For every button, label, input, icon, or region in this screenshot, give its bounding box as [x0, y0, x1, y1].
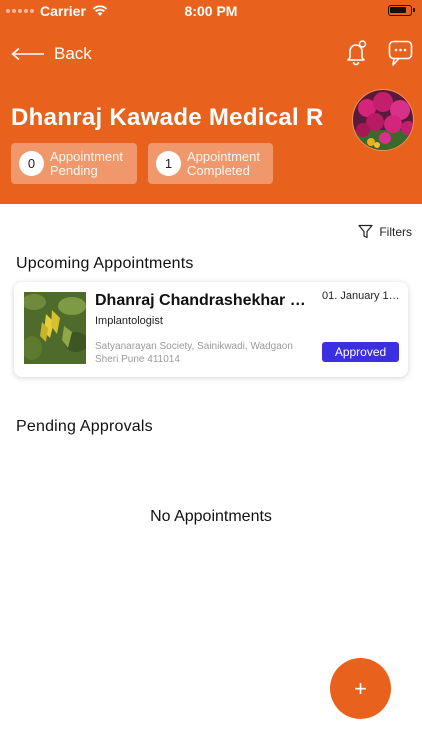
stat-pending[interactable]: 0 Appointment Pending	[11, 143, 137, 184]
add-appointment-button[interactable]: +	[330, 658, 391, 719]
filters-label: Filters	[379, 224, 412, 239]
arrow-left-icon	[11, 47, 44, 61]
stat-completed-count: 1	[156, 151, 181, 176]
stat-pending-label-line1: Appointment	[50, 148, 123, 164]
avatar[interactable]	[352, 89, 414, 151]
empty-state-text: No Appointments	[150, 508, 272, 525]
clinic-address: Satyanarayan Society, Sainikwadi, Wadgao…	[95, 341, 293, 365]
doctor-specialty: Implantologist	[95, 315, 163, 327]
status-time: 8:00 PM	[184, 3, 238, 19]
back-button[interactable]: Back	[10, 44, 92, 64]
status-badge[interactable]: Approved	[322, 342, 399, 362]
filter-funnel-icon	[358, 224, 373, 239]
stat-completed[interactable]: 1 Appointment Completed	[148, 143, 273, 184]
pending-title: Pending Approvals	[16, 418, 153, 435]
chat-bubble-icon	[388, 40, 413, 66]
stat-pending-label-line2: Pending	[50, 162, 98, 178]
stat-completed-label: Appointment Completed	[187, 148, 260, 178]
profile-name: Dhanraj Kawade Medical R	[11, 104, 324, 131]
filters-button[interactable]: Filters	[358, 224, 412, 239]
battery-icon	[388, 5, 415, 16]
avatar-image	[353, 90, 413, 150]
doctor-photo	[24, 292, 86, 364]
appointment-card[interactable]: Dhanraj Chandrashekhar Kawade 01. Januar…	[14, 282, 408, 377]
stat-pending-label: Appointment Pending	[50, 148, 123, 178]
back-label: Back	[54, 44, 92, 63]
plus-icon: +	[354, 675, 367, 701]
messages-button[interactable]	[386, 38, 416, 68]
stat-completed-label-line1: Appointment	[187, 148, 260, 164]
doctor-name: Dhanraj Chandrashekhar Kawade	[95, 292, 313, 309]
upcoming-title: Upcoming Appointments	[16, 255, 194, 272]
status-bar: Carrier 8:00 PM	[0, 0, 422, 22]
notification-button[interactable]	[341, 38, 371, 68]
stat-completed-label-line2: Completed	[187, 162, 250, 178]
stat-pending-count: 0	[19, 151, 44, 176]
header: Carrier 8:00 PM Back Dhanraj Kawade Medi…	[0, 0, 422, 204]
bell-icon	[347, 40, 367, 66]
appointment-date: 01. January 1970	[322, 290, 404, 302]
